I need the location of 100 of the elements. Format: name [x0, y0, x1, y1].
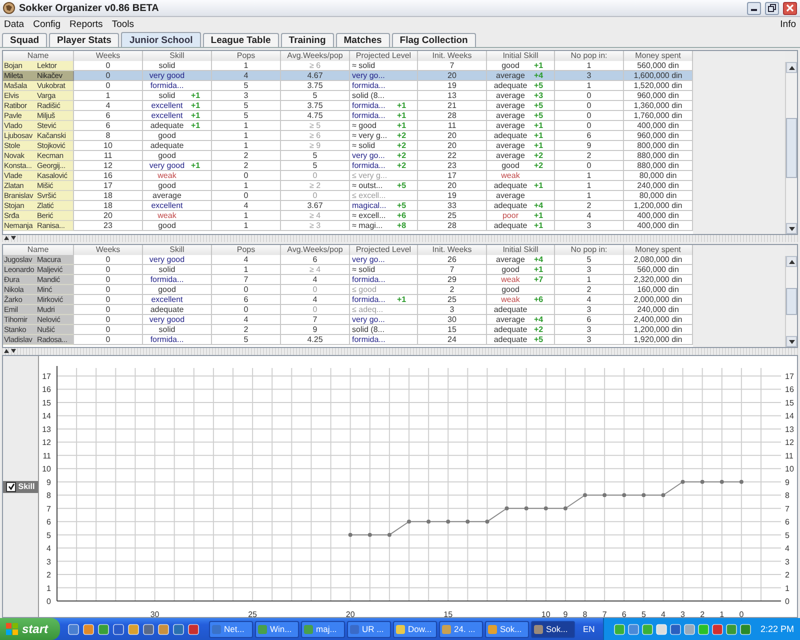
- bonus-value: +2: [397, 141, 406, 150]
- splitter-arrows-icon[interactable]: [4, 349, 16, 354]
- tray-icon[interactable]: [670, 624, 682, 634]
- skill-level: excellent: [150, 111, 184, 120]
- bonus-value: +5: [534, 335, 544, 344]
- bonus-value: +4: [534, 255, 544, 264]
- scrollbar[interactable]: [785, 256, 797, 347]
- skill-level: adequate: [149, 141, 185, 150]
- tray-icon[interactable]: [656, 624, 668, 634]
- restore-button[interactable]: [765, 2, 779, 14]
- bonus-value: +1: [397, 295, 406, 304]
- data-point: [485, 520, 490, 524]
- taskbar-button[interactable]: Sok...: [531, 620, 576, 638]
- skill-level: excellent: [150, 295, 184, 304]
- skill-level: good: [157, 131, 177, 140]
- tray-icon[interactable]: [712, 624, 724, 634]
- skill-level: good: [500, 161, 520, 170]
- tab[interactable]: Junior School: [121, 32, 201, 47]
- skill-level: good: [500, 285, 520, 294]
- app-icon: [488, 624, 498, 634]
- x-tick-label: 4: [661, 610, 666, 619]
- app-icon[interactable]: [83, 624, 94, 634]
- app-icon[interactable]: [98, 624, 110, 634]
- skill-level: good: [500, 61, 520, 70]
- arrow-down-icon[interactable]: [788, 226, 794, 230]
- x-tick-label: 0: [739, 610, 744, 619]
- scrollbar[interactable]: [785, 62, 797, 234]
- tray-icon[interactable]: [642, 624, 654, 634]
- tray-icon[interactable]: [726, 624, 738, 634]
- bonus-value: +1: [534, 265, 544, 274]
- menu-item[interactable]: Reports: [70, 18, 103, 30]
- y-tick-label: 12: [42, 438, 51, 448]
- app-icon[interactable]: [143, 624, 154, 634]
- skill-level: adequate: [492, 221, 528, 230]
- tray-icon[interactable]: [684, 624, 696, 634]
- skill-level: excellent: [150, 101, 184, 110]
- bonus-value: +1: [191, 101, 200, 110]
- tab[interactable]: League Table: [202, 33, 279, 47]
- taskbar-button[interactable]: Win...: [255, 620, 300, 638]
- data-point: [661, 493, 666, 498]
- tray-icon[interactable]: [628, 624, 640, 634]
- tray-icon[interactable]: [614, 624, 626, 634]
- x-tick-label: 10: [541, 610, 550, 619]
- skill-level: ≈ solid: [351, 265, 376, 274]
- app-icon[interactable]: [128, 624, 140, 634]
- menu-item[interactable]: Config: [33, 18, 61, 30]
- skill-level: very good: [148, 315, 186, 324]
- x-tick-label: 6: [622, 610, 626, 619]
- app-icon[interactable]: [158, 624, 170, 634]
- tab[interactable]: Player Stats: [49, 33, 120, 47]
- restore-icon: [768, 4, 776, 12]
- y-tick-label: 13: [42, 424, 51, 434]
- tray-icon[interactable]: [698, 624, 710, 634]
- skill-level: very good: [148, 71, 186, 80]
- legend-item[interactable]: Skill: [3, 480, 38, 492]
- tab[interactable]: Flag Collection: [392, 33, 476, 47]
- taskbar-button[interactable]: Net...: [209, 620, 254, 638]
- skill-level: adequate: [492, 131, 528, 140]
- arrow-down-icon[interactable]: [788, 340, 794, 344]
- table-cell: 3: [555, 335, 624, 345]
- arrow-up-icon[interactable]: [788, 66, 794, 70]
- menu-item[interactable]: Tools: [112, 18, 134, 30]
- y-tick-label: 4: [46, 544, 51, 554]
- menu-item[interactable]: Info: [780, 18, 796, 30]
- menu-item[interactable]: Data: [4, 18, 24, 30]
- skill-level: formida...: [351, 335, 386, 344]
- skill-level: very go...: [351, 151, 386, 160]
- data-point: [466, 520, 470, 524]
- taskbar-button[interactable]: Dow...: [393, 620, 438, 638]
- skill-level: ≈ good: [351, 121, 378, 130]
- app-icon[interactable]: [113, 624, 124, 634]
- app-icon[interactable]: [68, 624, 80, 634]
- tab[interactable]: Squad: [2, 33, 48, 47]
- app-icon[interactable]: [188, 624, 200, 634]
- skill-level: very go...: [351, 255, 386, 264]
- y-tick-label: 14: [785, 412, 794, 421]
- tray-icon[interactable]: [740, 624, 752, 634]
- skill-level: formida...: [351, 81, 386, 90]
- skill-level: adequate: [492, 81, 528, 90]
- taskbar-button[interactable]: Sok...: [485, 620, 530, 638]
- taskbar-button[interactable]: 24. ...: [439, 620, 484, 638]
- splitter-arrows-icon[interactable]: [4, 236, 16, 241]
- y-tick-label: 5: [46, 530, 51, 540]
- tab[interactable]: Matches: [336, 33, 390, 47]
- skill-level: excellent: [150, 201, 184, 210]
- taskbar-button[interactable]: UR ...: [347, 620, 392, 638]
- skill-level: formida...: [149, 81, 185, 90]
- checkbox[interactable]: [6, 482, 16, 492]
- tab[interactable]: Training: [280, 33, 334, 47]
- arrow-up-icon[interactable]: [788, 260, 794, 264]
- taskbar-button[interactable]: maj...: [301, 620, 346, 638]
- app-icon[interactable]: [173, 624, 184, 634]
- x-tick-label: 30: [150, 610, 160, 619]
- minimize-button[interactable]: [747, 2, 761, 14]
- language-indicator[interactable]: EN: [577, 624, 601, 634]
- bonus-value: +8: [397, 221, 406, 230]
- y-tick-label: 0: [46, 597, 51, 606]
- ball-icon: [3, 2, 15, 14]
- close-button[interactable]: [783, 2, 797, 14]
- skill-level: adequate: [149, 305, 185, 314]
